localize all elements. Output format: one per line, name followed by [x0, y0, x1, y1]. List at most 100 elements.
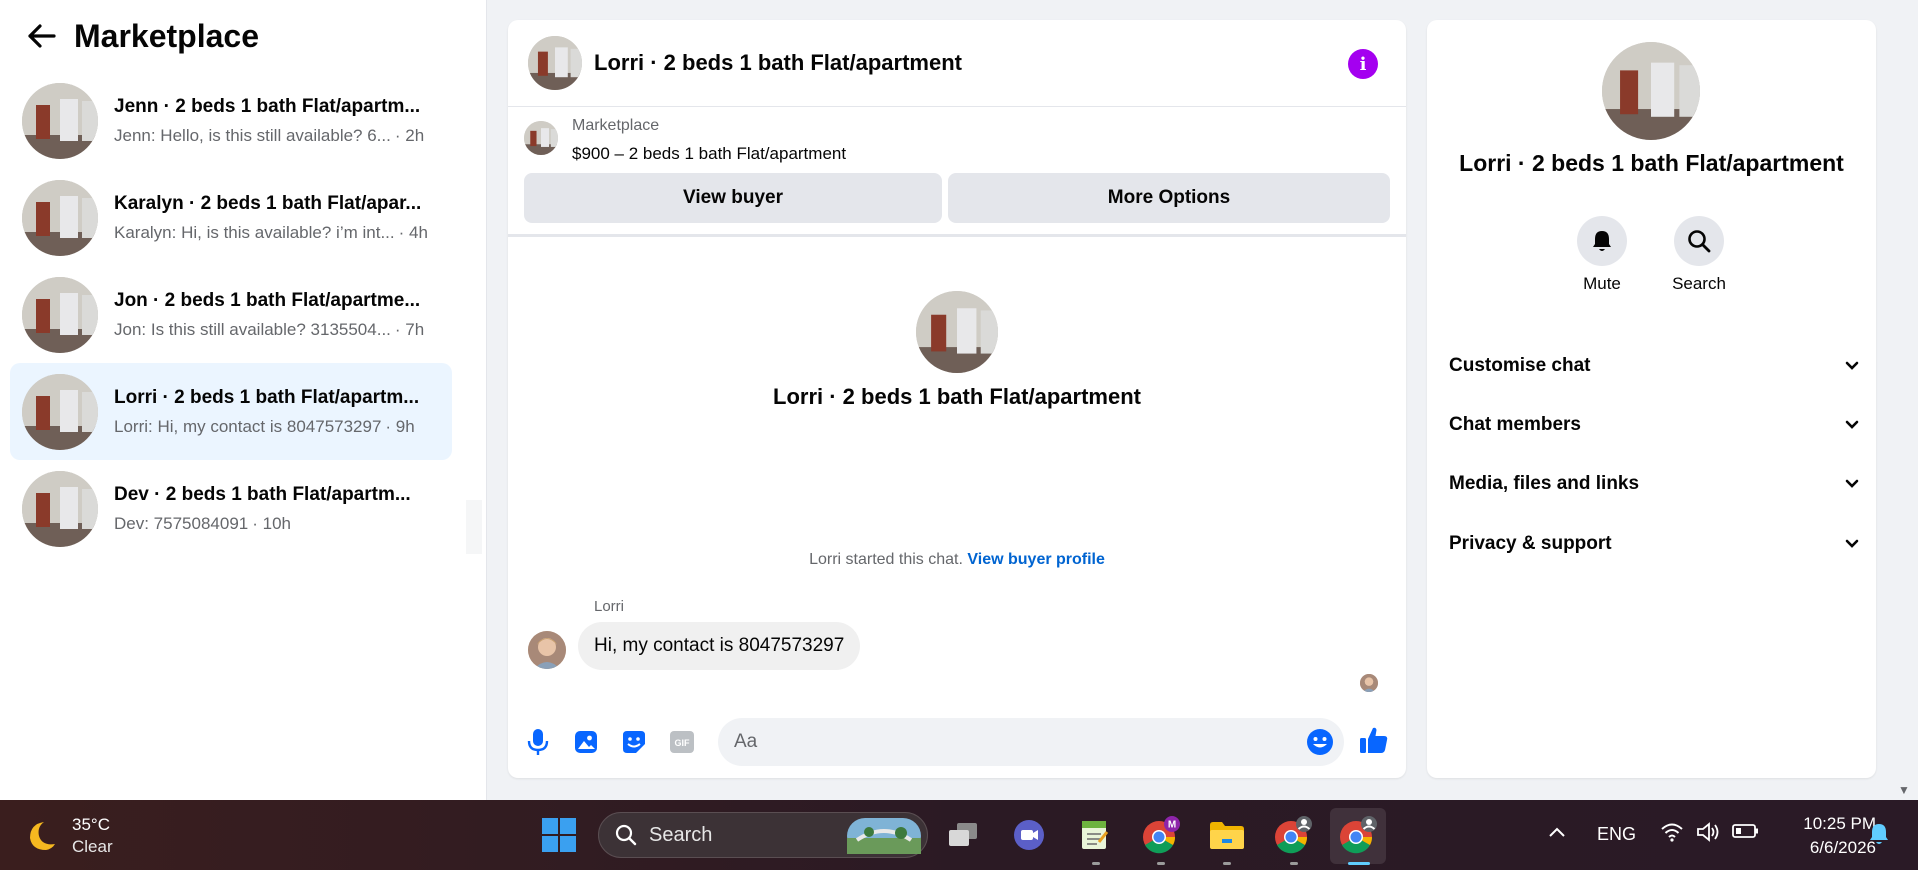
chat-header-name[interactable]: Lorri · 2 beds 1 bath Flat/apartment [594, 50, 962, 76]
mute-button[interactable]: Mute [1552, 216, 1652, 294]
view-buyer-profile-link[interactable]: View buyer profile [967, 551, 1105, 568]
language-indicator[interactable]: ENG [1597, 824, 1636, 845]
windows-start-icon[interactable] [538, 814, 580, 856]
chat-panel: Lorri · 2 beds 1 bath Flat/apartment i M… [508, 20, 1406, 778]
listing-thumbnail[interactable] [524, 121, 558, 155]
moon-icon [30, 822, 55, 850]
info-avatar [1602, 42, 1700, 140]
listing-thumbnail [22, 470, 98, 547]
message-sender-name: Lorri [594, 598, 625, 615]
conversation-item-karalyn[interactable]: Karalyn · 2 beds 1 bath Flat/apar... Kar… [10, 169, 452, 266]
chrome-profile-icon[interactable] [1272, 814, 1314, 856]
chat-info-panel: Lorri · 2 beds 1 bath Flat/apartment Mut… [1427, 20, 1876, 778]
chat-members-section[interactable]: Chat members [1449, 405, 1859, 445]
file-explorer-icon[interactable] [1206, 814, 1248, 856]
conversation-item-jenn[interactable]: Jenn · 2 beds 1 bath Flat/apartm... Jenn… [10, 72, 452, 169]
listing-thumbnail [22, 276, 98, 353]
search-label: Search [1672, 274, 1726, 293]
conversation-item-lorri[interactable]: Lorri · 2 beds 1 bath Flat/apartm... Lor… [10, 363, 452, 460]
conversation-title: Lorri · 2 beds 1 bath Flat/apartm... [114, 386, 420, 408]
message-input-container [718, 718, 1344, 766]
conversation-title: Jon · 2 beds 1 bath Flat/apartme... [114, 289, 421, 311]
sticker-icon[interactable] [620, 728, 648, 756]
chrome-active-icon[interactable] [1337, 814, 1379, 856]
conversation-snippet: Lorri: Hi, my contact is 8047573297 [114, 416, 382, 436]
message-composer: GIF [508, 712, 1406, 772]
task-view-icon[interactable] [942, 814, 984, 856]
running-indicator-active [1348, 862, 1370, 865]
read-receipt-avatar [1360, 674, 1378, 692]
media-files-links-section[interactable]: Media, files and links [1449, 464, 1859, 504]
svg-text:GIF: GIF [675, 738, 691, 748]
weather-widget[interactable]: 35°C Clear [22, 814, 113, 858]
sender-avatar[interactable] [528, 631, 566, 669]
taskbar: 35°C Clear Search M ENG 10:25 PM 6/6/202… [0, 800, 1918, 870]
sidebar-header: Marketplace [24, 14, 259, 58]
thumbs-up-icon[interactable] [1358, 724, 1390, 756]
conversation-time: · 7h [394, 319, 425, 339]
conversation-sidebar: Marketplace Jenn · 2 beds 1 bath Flat/ap… [0, 0, 487, 800]
message-input[interactable] [718, 718, 1278, 766]
listing-title[interactable]: $900 – 2 beds 1 bath Flat/apartment [572, 144, 846, 164]
chevron-down-icon [1845, 533, 1859, 555]
chat-avatar[interactable] [528, 36, 582, 90]
system-clock[interactable]: 10:25 PM 6/6/2026 [1776, 812, 1876, 860]
photo-icon[interactable] [572, 728, 600, 756]
battery-icon[interactable] [1732, 822, 1760, 845]
svg-text:M: M [1168, 820, 1176, 831]
notification-bell-icon[interactable] [1868, 822, 1890, 851]
conversation-snippet: Karalyn: Hi, is this available? i’m int.… [114, 222, 395, 242]
conversation-snippet: Jon: Is this still available? 3135504... [114, 319, 391, 339]
back-arrow-icon[interactable] [24, 14, 60, 58]
conversation-title: Dev · 2 beds 1 bath Flat/apartm... [114, 483, 411, 505]
scroll-down-arrow-icon[interactable]: ▼ [1898, 783, 1910, 797]
weather-condition: Clear [72, 837, 113, 856]
conversation-snippet: Dev: 7575084091 [114, 513, 249, 533]
chevron-up-icon[interactable] [1548, 822, 1566, 843]
weather-temperature: 35°C [72, 815, 110, 834]
notepad-icon[interactable] [1074, 814, 1116, 856]
taskbar-search[interactable]: Search [598, 812, 928, 858]
wifi-icon[interactable] [1660, 822, 1684, 847]
chat-profile-name: Lorri · 2 beds 1 bath Flat/apartment [773, 384, 1141, 409]
info-name: Lorri · 2 beds 1 bath Flat/apartment [1459, 150, 1844, 176]
conversation-title: Jenn · 2 beds 1 bath Flat/apartm... [114, 95, 421, 117]
running-indicator [1290, 862, 1298, 865]
search-in-chat-button[interactable]: Search [1649, 216, 1749, 294]
conversation-snippet: Jenn: Hello, is this still available? 6.… [114, 125, 391, 145]
clock-time: 10:25 PM [1803, 814, 1876, 833]
search-icon [615, 824, 637, 846]
sidebar-scrollbar[interactable] [466, 500, 482, 554]
section-label: Chat members [1449, 414, 1581, 435]
section-label: Media, files and links [1449, 473, 1640, 494]
chat-started-text: Lorri started this chat. [809, 551, 963, 568]
listing-thumbnail [22, 373, 98, 450]
page-title: Marketplace [74, 17, 259, 54]
conversation-list: Jenn · 2 beds 1 bath Flat/apartm... Jenn… [10, 72, 452, 557]
search-icon [1674, 216, 1724, 266]
marketplace-label: Marketplace [572, 117, 660, 134]
view-buyer-button[interactable]: View buyer [524, 173, 942, 223]
chat-started-notice: Lorri started this chat. View buyer prof… [508, 551, 1406, 569]
emoji-icon[interactable] [1306, 728, 1334, 756]
marketplace-listing-bar: Marketplace $900 – 2 beds 1 bath Flat/ap… [508, 107, 1406, 237]
privacy-support-section[interactable]: Privacy & support [1449, 524, 1859, 564]
meet-app-icon[interactable] [1008, 814, 1050, 856]
more-options-button[interactable]: More Options [948, 173, 1390, 223]
conversation-time: · 2h [394, 125, 425, 145]
microphone-icon[interactable] [524, 728, 552, 756]
conversation-item-dev[interactable]: Dev · 2 beds 1 bath Flat/apartm... Dev: … [10, 460, 452, 557]
chat-header: Lorri · 2 beds 1 bath Flat/apartment i [508, 20, 1406, 107]
gif-icon[interactable]: GIF [668, 728, 696, 756]
conversation-item-jon[interactable]: Jon · 2 beds 1 bath Flat/apartme... Jon:… [10, 266, 452, 363]
volume-icon[interactable] [1696, 822, 1722, 847]
info-icon[interactable]: i [1348, 49, 1378, 79]
chevron-down-icon [1845, 355, 1859, 377]
section-label: Privacy & support [1449, 533, 1612, 554]
chevron-down-icon [1845, 414, 1859, 436]
chrome-profile-m-icon[interactable]: M [1140, 814, 1182, 856]
running-indicator [1157, 862, 1165, 865]
chevron-down-icon [1845, 473, 1859, 495]
message-bubble[interactable]: Hi, my contact is 8047573297 [578, 622, 861, 670]
customise-chat-section[interactable]: Customise chat [1449, 346, 1859, 386]
